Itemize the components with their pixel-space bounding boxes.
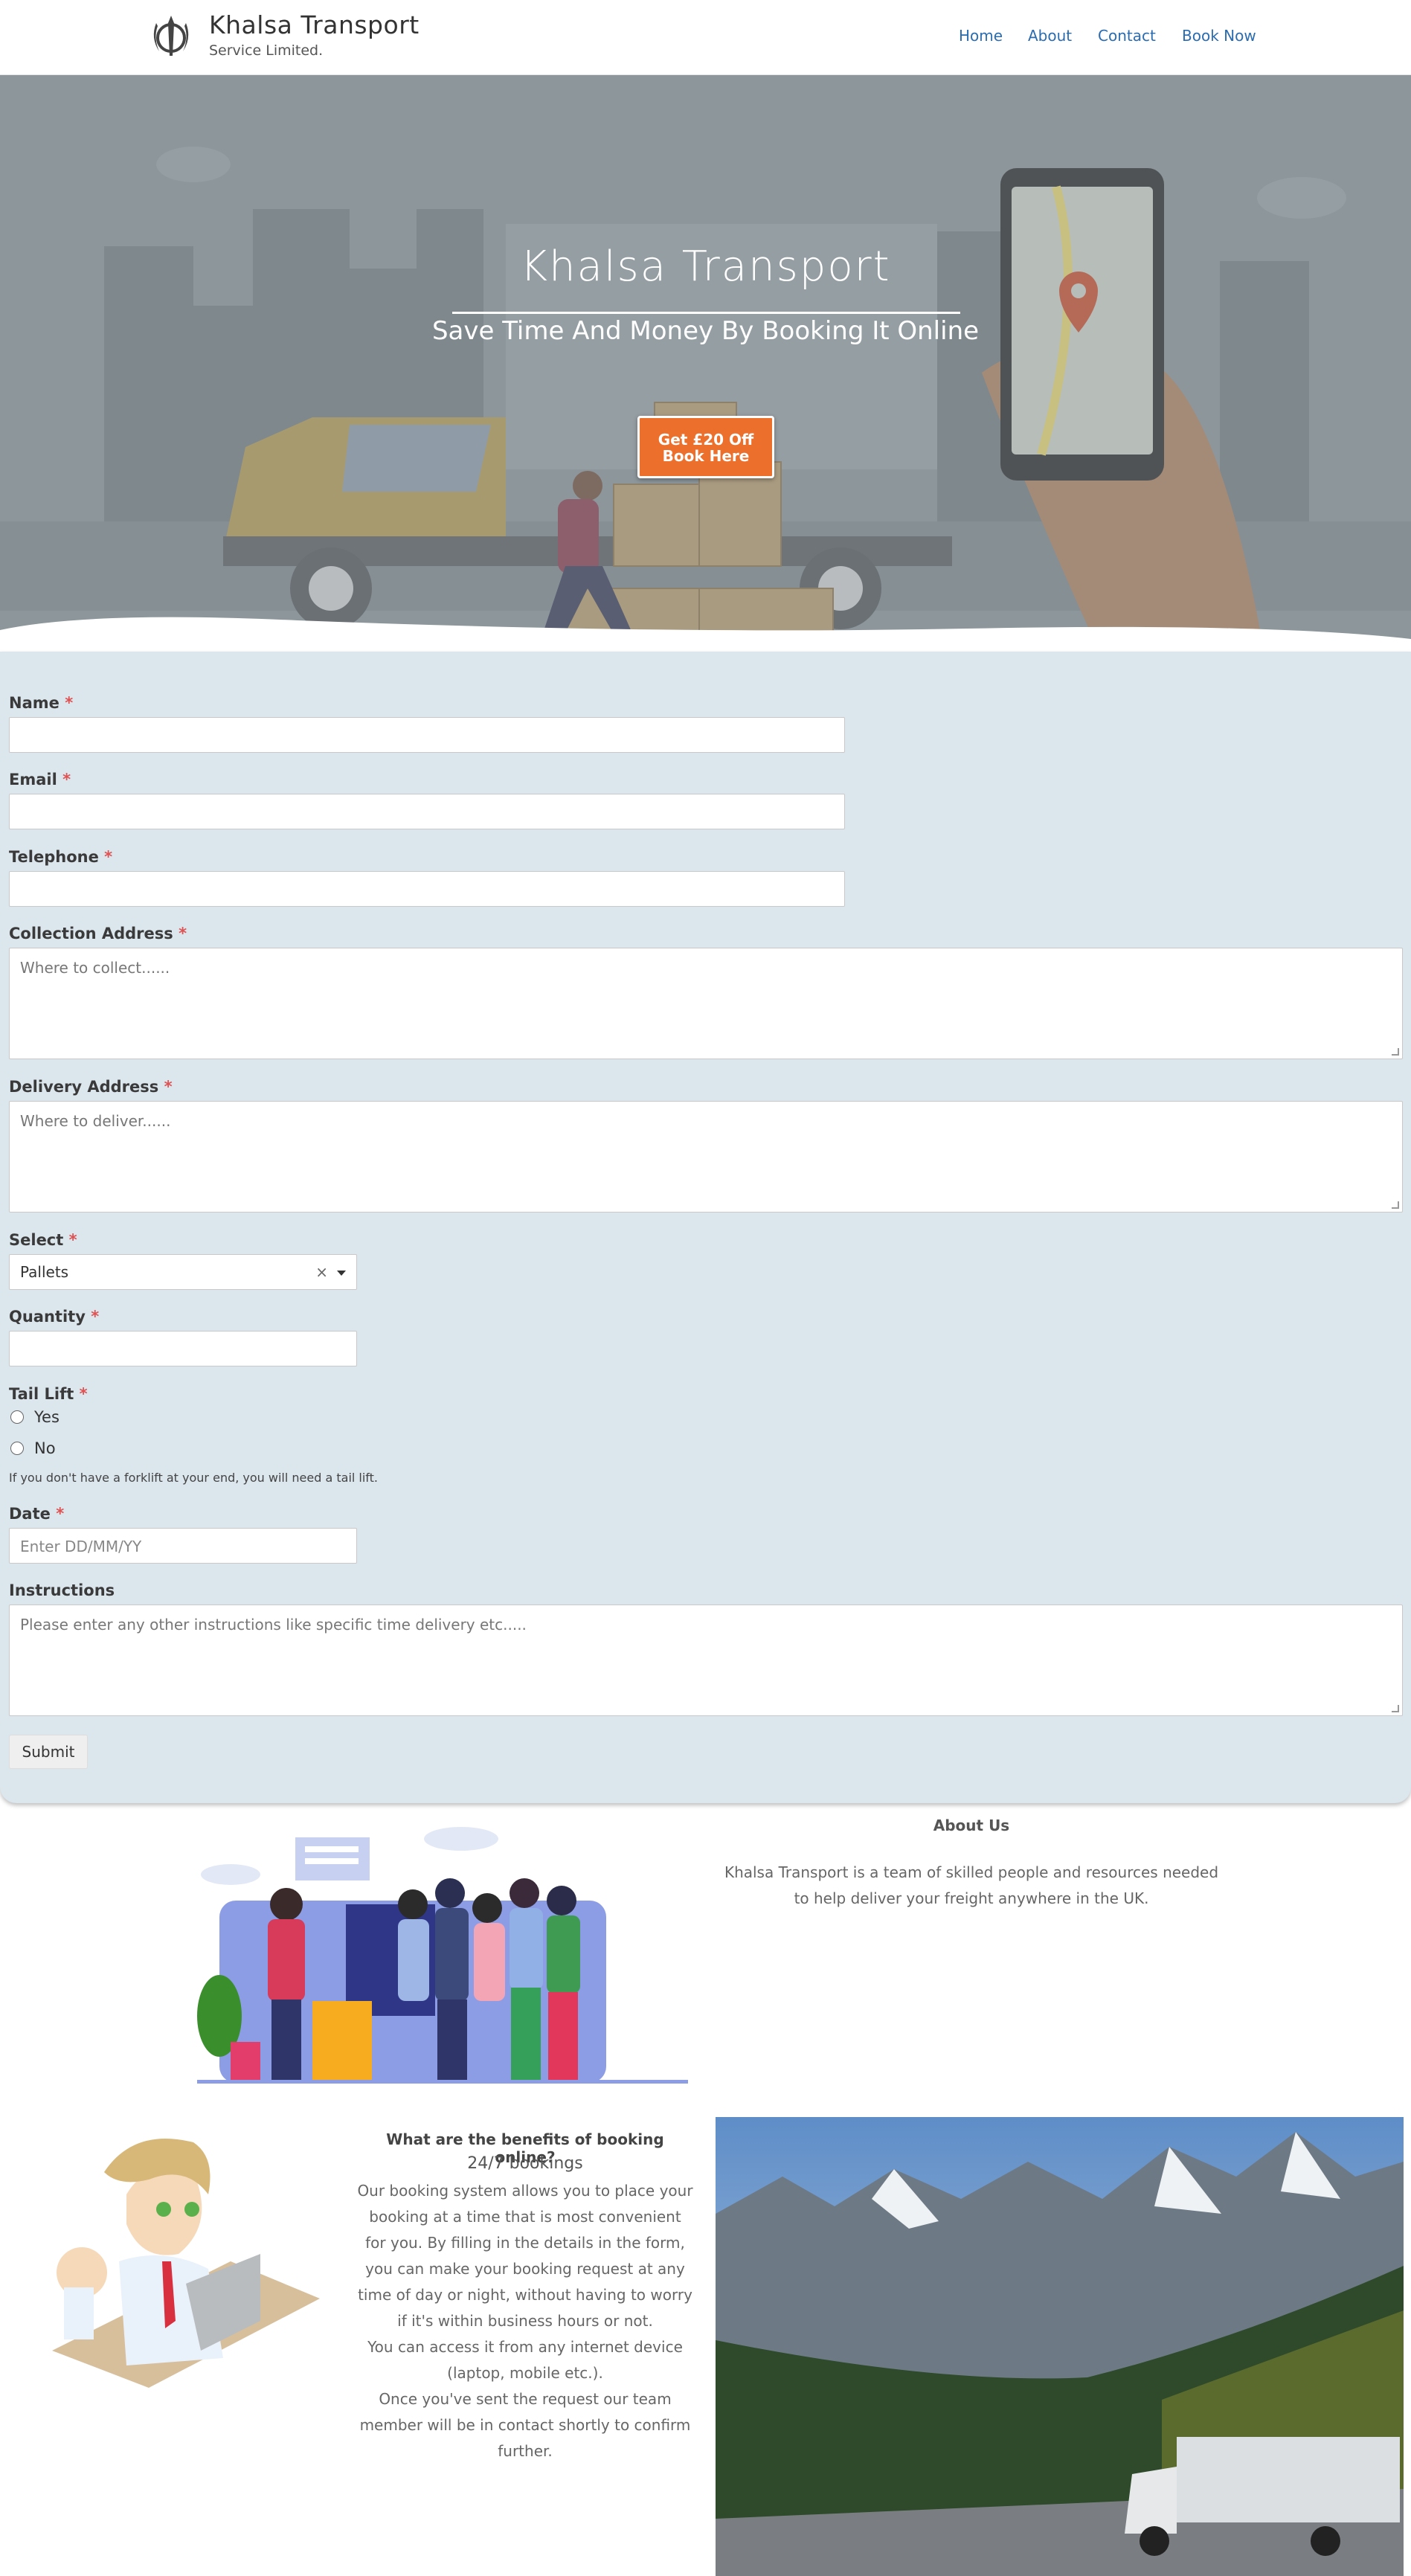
- submit-button[interactable]: Submit: [9, 1735, 88, 1769]
- hero-subtitle: Save Time And Money By Booking It Online: [431, 316, 980, 346]
- tail-lift-label: Tail Lift *: [9, 1385, 88, 1403]
- instructions-placeholder: Please enter any other instructions like…: [20, 1616, 527, 1634]
- collection-placeholder: Where to collect......: [20, 959, 170, 977]
- collection-address-field[interactable]: Where to collect......: [9, 948, 1403, 1059]
- hero-illustration: [0, 75, 1411, 655]
- quantity-field[interactable]: [9, 1331, 357, 1366]
- select-value: Pallets: [20, 1263, 69, 1281]
- collection-address-label: Collection Address *: [9, 925, 187, 942]
- tail-lift-no-label[interactable]: No: [34, 1439, 56, 1457]
- nav-book-now[interactable]: Book Now: [1182, 27, 1256, 45]
- telephone-label: Telephone *: [9, 848, 113, 866]
- select-label: Select *: [9, 1231, 77, 1249]
- hero-title: Khalsa Transport: [520, 242, 891, 291]
- name-field[interactable]: [9, 717, 845, 753]
- benefits-paragraph-1: Our booking system allows you to place y…: [357, 2182, 693, 2330]
- instructions-label: Instructions: [9, 1581, 115, 1599]
- delivery-placeholder: Where to deliver......: [20, 1112, 171, 1130]
- hero-divider: [452, 312, 960, 314]
- nav-about[interactable]: About: [1028, 27, 1072, 45]
- resize-handle-icon[interactable]: [1392, 1048, 1399, 1056]
- telephone-field[interactable]: [9, 871, 845, 907]
- mountain-truck-photo: [716, 2117, 1404, 2576]
- hero-banner: Khalsa Transport Save Time And Money By …: [0, 75, 1411, 655]
- benefits-paragraph-2: You can access it from any internet devi…: [367, 2338, 683, 2382]
- benefits-paragraph-3: Once you've sent the request our team me…: [359, 2390, 691, 2460]
- nav-contact[interactable]: Contact: [1098, 27, 1156, 45]
- resize-handle-icon[interactable]: [1392, 1201, 1399, 1209]
- nav-home[interactable]: Home: [959, 27, 1003, 45]
- site-header: Khalsa Transport Service Limited. Home A…: [0, 0, 1411, 75]
- khanda-icon[interactable]: [149, 13, 193, 60]
- email-label: Email *: [9, 771, 71, 788]
- chevron-down-icon[interactable]: [337, 1271, 346, 1276]
- date-placeholder: Enter DD/MM/YY: [20, 1538, 142, 1555]
- brand-title[interactable]: Khalsa Transport: [209, 10, 420, 39]
- benefits-text: Our booking system allows you to place y…: [357, 2178, 693, 2464]
- delivery-address-field[interactable]: Where to deliver......: [9, 1101, 1403, 1212]
- businessman-laptop-illustration: [52, 2139, 320, 2388]
- resize-handle-icon[interactable]: [1392, 1705, 1399, 1712]
- clear-selection-icon[interactable]: ×: [315, 1263, 328, 1281]
- benefits-subtitle: 24/7 bookings: [467, 2154, 583, 2173]
- brand-subtitle: Service Limited.: [209, 42, 324, 59]
- cta-line-1: Get £20 Off: [658, 431, 754, 449]
- email-field[interactable]: [9, 794, 845, 829]
- get-discount-button[interactable]: Get £20 Off Book Here: [637, 416, 774, 478]
- about-title: About Us: [933, 1817, 1010, 1834]
- name-label: Name *: [9, 694, 74, 712]
- delivery-address-label: Delivery Address *: [9, 1078, 173, 1096]
- cta-line-2: Book Here: [662, 447, 750, 465]
- booking-form: Name * Email * Telephone * Collection Ad…: [0, 652, 1411, 1803]
- date-label: Date *: [9, 1505, 65, 1523]
- tail-lift-yes-label[interactable]: Yes: [34, 1408, 60, 1426]
- about-text: Khalsa Transport is a team of skilled pe…: [724, 1863, 1219, 1907]
- tail-lift-no-radio[interactable]: [10, 1442, 24, 1455]
- item-type-select[interactable]: Pallets ×: [9, 1254, 357, 1290]
- date-field[interactable]: Enter DD/MM/YY: [9, 1528, 357, 1564]
- quantity-label: Quantity *: [9, 1308, 100, 1326]
- tail-lift-help-text: If you don't have a forklift at your end…: [9, 1471, 379, 1485]
- instructions-field[interactable]: Please enter any other instructions like…: [9, 1605, 1403, 1716]
- team-illustration: [197, 1827, 688, 2084]
- tail-lift-yes-radio[interactable]: [10, 1410, 24, 1424]
